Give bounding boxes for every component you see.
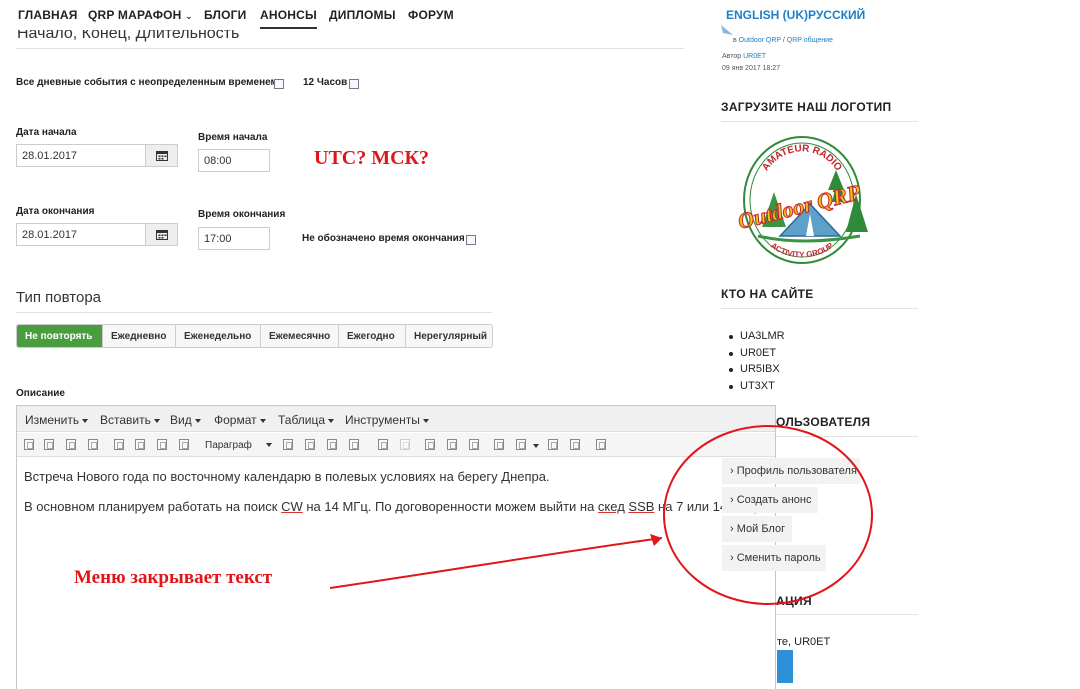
annotation-menu-covers-text: Меню закрывает текст bbox=[74, 567, 273, 588]
annotation-circle bbox=[663, 425, 873, 605]
annotation-arrow bbox=[329, 537, 663, 589]
